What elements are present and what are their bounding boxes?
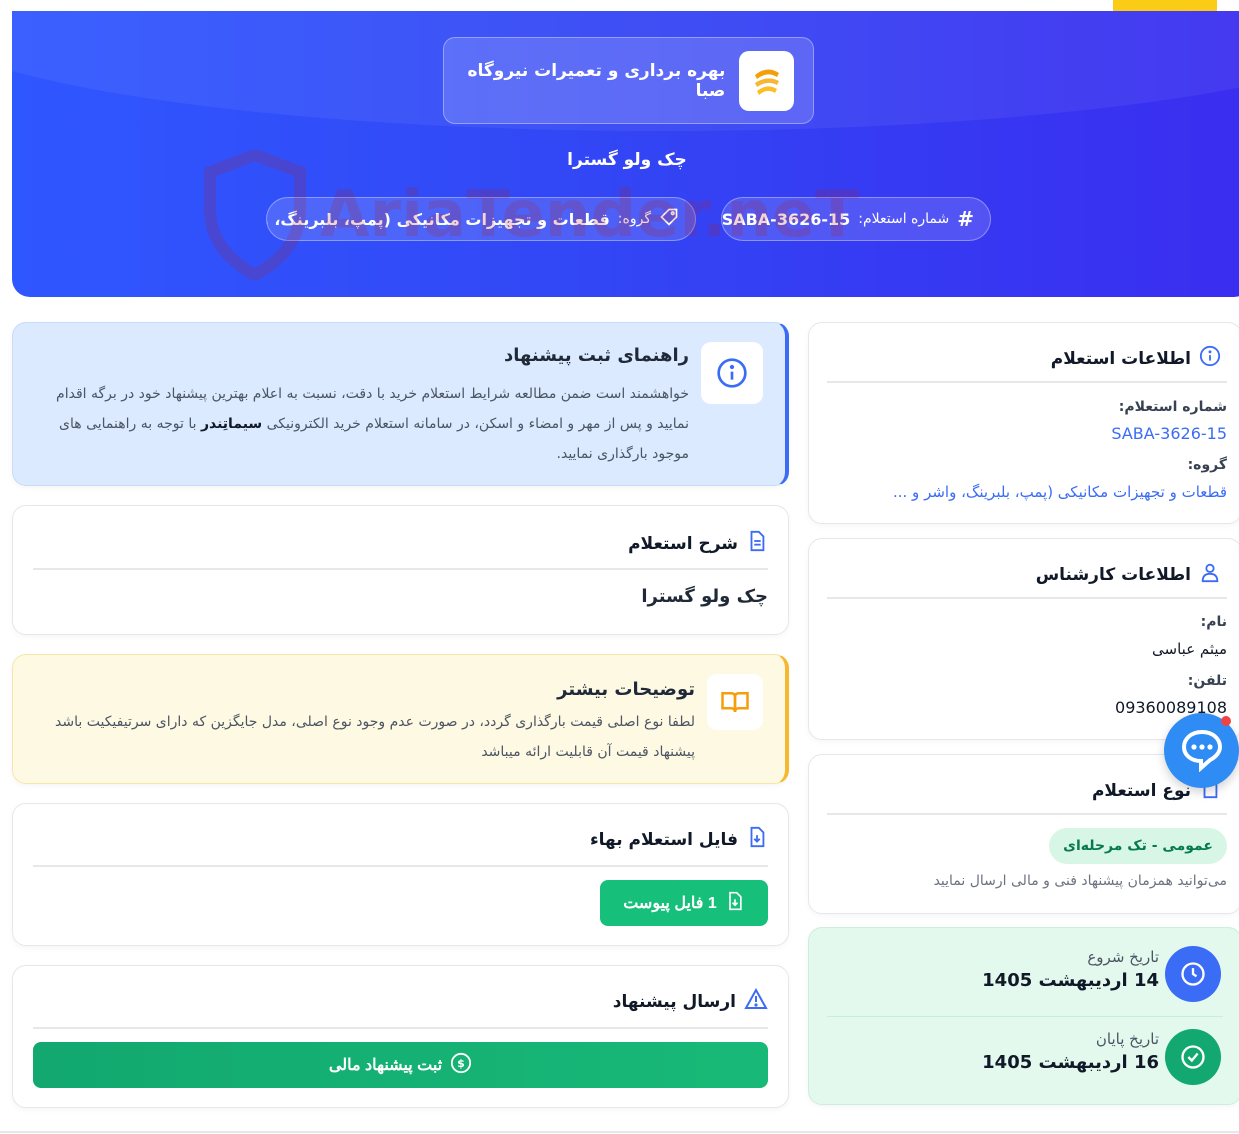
inquiry-info-title: اطلاعات استعلام: [1051, 345, 1221, 372]
expert-info-title: اطلاعات کارشناس: [1036, 561, 1221, 588]
company-logo: [739, 50, 794, 111]
end-date: تاریخ پایان 16 اردیبهشت 1405: [982, 1030, 1159, 1073]
document-icon: [746, 530, 768, 557]
group-link[interactable]: قطعات و تجهیزات مکانیکی (پمپ، بلبرینگ، و…: [893, 483, 1227, 501]
group-label: گروه:: [617, 211, 651, 227]
number-label: شماره استعلام:: [858, 211, 950, 227]
divider: [827, 1016, 1223, 1017]
warning-icon: [744, 987, 768, 1015]
more-details-card: توضیحات بیشتر لطفا نوع اصلی قیمت بارگذار…: [12, 654, 789, 784]
inquiry-type-note: می‌توانید همزمان پیشنهاد فنی و مالی ارسا…: [933, 873, 1227, 889]
divider: [33, 1027, 768, 1029]
send-title: ارسال پیشنهاد: [612, 987, 768, 1015]
group-value: قطعات و تجهیزات مکانیکی (پمپ، بلبرینگ، و…: [267, 209, 610, 229]
tag-icon: [659, 207, 679, 231]
inquiry-type-badge: عمومی - تک مرحله‌ای: [1049, 828, 1227, 864]
expert-phone-label: تلفن:: [1187, 673, 1227, 689]
more-title: توضیحات بیشتر: [557, 679, 695, 700]
divider: [827, 597, 1227, 599]
notification-dot: [1221, 716, 1231, 726]
company-card[interactable]: بهره برداری و تعمیرات نیروگاه صبا: [443, 37, 814, 124]
description-title: شرح استعلام: [628, 530, 768, 557]
expert-name-value: میثم عباسی: [1152, 640, 1227, 658]
expert-info-card: اطلاعات کارشناس نام: میثم عباسی تلفن: 09…: [808, 538, 1239, 740]
start-date-label: تاریخ شروع: [1087, 948, 1159, 966]
file-download-icon: [725, 891, 745, 916]
file-title: فایل استعلام بهاء: [590, 826, 768, 853]
send-offer-card: ارسال پیشنهاد $ ثبت پیشنهاد مالی: [12, 965, 789, 1108]
guide-text: خواهشمند است ضمن مطالعه شرایط استعلام خر…: [43, 379, 689, 469]
inquiry-info-card: اطلاعات استعلام شماره استعلام: SABA-3626…: [808, 322, 1239, 524]
divider: [827, 813, 1227, 815]
chat-bubble-icon: [1179, 726, 1225, 776]
price-file-card: فایل استعلام بهاء 1 فایل پیوست: [12, 803, 789, 946]
number-value: SABA-3626-15: [721, 209, 851, 229]
more-text: لطفا نوع اصلی قیمت بارگذاری گردد، در صور…: [55, 714, 695, 760]
page-bottom-border: [0, 1131, 1239, 1133]
send-title-text: ارسال پیشنهاد: [612, 991, 736, 1012]
inquiry-type-title-text: نوع استعلام: [1091, 780, 1191, 801]
description-card: شرح استعلام چک ولو گسترا: [12, 505, 789, 635]
hero-header: بهره برداری و تعمیرات نیروگاه صبا چک ولو…: [12, 11, 1239, 297]
inquiry-info-title-text: اطلاعات استعلام: [1050, 348, 1191, 369]
inquiry-number-pill: # شماره استعلام: SABA-3626-15: [721, 197, 991, 241]
chat-button[interactable]: [1164, 713, 1239, 788]
submit-financial-offer-label: ثبت پیشنهاد مالی: [328, 1057, 443, 1074]
description-text: چک ولو گسترا: [641, 586, 768, 607]
user-icon: [1199, 561, 1221, 588]
attachment-button-label: 1 فایل پیوست: [623, 895, 717, 912]
divider: [827, 381, 1227, 383]
expert-name-label: نام:: [1200, 614, 1227, 630]
attachment-button[interactable]: 1 فایل پیوست: [600, 880, 768, 926]
group-label: گروه:: [1187, 457, 1227, 473]
guide-card: راهنمای ثبت پیشنهاد خواهشمند است ضمن مطا…: [12, 322, 789, 486]
submit-financial-offer-button[interactable]: $ ثبت پیشنهاد مالی: [33, 1042, 768, 1088]
expert-info-title-text: اطلاعات کارشناس: [1035, 564, 1191, 585]
inquiry-group-pill: گروه: قطعات و تجهیزات مکانیکی (پمپ، بلبر…: [266, 197, 696, 241]
divider: [33, 865, 768, 867]
clock-icon: [1165, 946, 1221, 1002]
divider: [33, 568, 768, 570]
info-icon: [701, 342, 763, 404]
info-icon: [1199, 345, 1221, 372]
top-accent-bar: [1113, 0, 1217, 11]
start-date: تاریخ شروع 14 اردیبهشت 1405: [982, 948, 1159, 991]
inquiry-number-link[interactable]: SABA-3626-15: [1111, 424, 1227, 443]
guide-title: راهنمای ثبت پیشنهاد: [503, 345, 689, 366]
start-date-value: 14 اردیبهشت 1405: [982, 970, 1159, 991]
book-icon: [707, 674, 763, 730]
hero-subject: چک ولو گسترا: [567, 150, 687, 170]
company-name: بهره برداری و تعمیرات نیروگاه صبا: [467, 60, 726, 101]
end-date-label: تاریخ پایان: [1095, 1030, 1159, 1048]
hash-icon: #: [957, 207, 974, 231]
check-circle-icon: [1165, 1029, 1221, 1085]
description-title-text: شرح استعلام: [628, 533, 738, 554]
dates-card: تاریخ شروع 14 اردیبهشت 1405 تاریخ پایان …: [808, 927, 1239, 1105]
inquiry-type-card: نوع استعلام عمومی - تک مرحله‌ای می‌توانی…: [808, 754, 1239, 914]
inquiry-number-label: شماره استعلام:: [1118, 399, 1227, 415]
end-date-value: 16 اردیبهشت 1405: [982, 1052, 1159, 1073]
dollar-icon: $: [450, 1052, 472, 1079]
guide-brand: سیماتِندر: [200, 416, 263, 432]
svg-text:$: $: [457, 1057, 465, 1070]
file-download-icon: [746, 826, 768, 853]
file-title-text: فایل استعلام بهاء: [589, 829, 738, 850]
